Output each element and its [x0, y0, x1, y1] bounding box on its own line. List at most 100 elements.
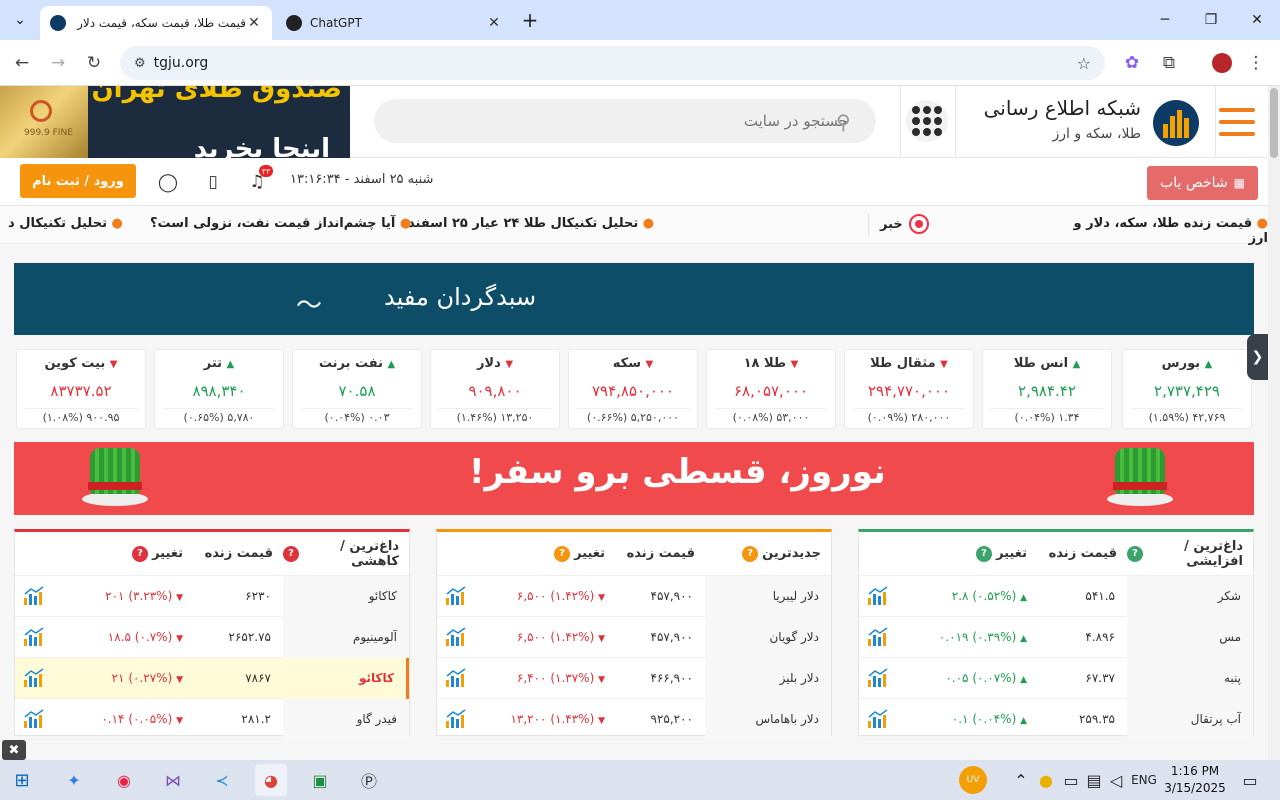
row-name[interactable]: دلار لیبریا	[705, 575, 831, 617]
comments-icon[interactable]: ◯	[155, 169, 181, 195]
table-row[interactable]: پنبه ۶۷.۳۷ ▲ (۰.۰۷%) ۰.۰۵	[859, 657, 1253, 699]
chart-icon[interactable]	[867, 627, 889, 647]
table-row[interactable]: کاکائو ۷۸۶۷ ▼ (۰.۲۷%) ۲۱	[15, 657, 409, 699]
chrome-menu-icon[interactable]: ⋮	[1242, 49, 1270, 77]
new-tab-button[interactable]: +	[512, 0, 548, 40]
table-row[interactable]: دلار باهاماس ۹۲۵,۲۰۰ ▼ (۱.۴۳%) ۱۳,۲۰۰	[437, 698, 831, 740]
nowruz-travel-banner[interactable]: نوروز، قسطی برو سفر!	[14, 442, 1254, 515]
extension-brain-icon[interactable]: ✿	[1118, 49, 1146, 77]
table-row[interactable]: آلومینیوم ۲۶۵۲.۷۵ ▼ (۰.۷%) ۱۸.۵	[15, 616, 409, 658]
chart-icon[interactable]	[445, 709, 467, 729]
chart-icon[interactable]	[445, 668, 467, 688]
excel-app-icon[interactable]: ▣	[304, 764, 336, 796]
market-card[interactable]: ▼ دلار ۹۰۹,۸۰۰ ۱۳,۲۵۰ (۱.۴۶%)	[430, 349, 560, 429]
market-card[interactable]: ▼ طلا ۱۸ ۶۸,۰۵۷,۰۰۰ ۵۳,۰۰۰ (۰.۰۸%)	[706, 349, 836, 429]
close-ad-icon[interactable]: ✖	[2, 740, 26, 760]
row-name[interactable]: پنبه	[1127, 657, 1253, 699]
table-row[interactable]: دلار بلیز ۴۶۶,۹۰۰ ▼ (۱.۳۷%) ۶,۴۰۰	[437, 657, 831, 699]
table-row[interactable]: دلار گویان ۴۵۷,۹۰۰ ▼ (۱.۴۲%) ۶,۵۰۰	[437, 616, 831, 658]
extensions-puzzle-icon[interactable]: ⧉	[1155, 49, 1183, 77]
market-card[interactable]: ▲ نفت برنت ۷۰.۵۸ ۰.۰۳ (۰.۰۴%)	[292, 349, 422, 429]
chart-icon[interactable]	[867, 668, 889, 688]
site-brand[interactable]: شبکه اطلاع رسانی طلا، سکه و ارز	[955, 86, 1215, 158]
table-row[interactable]: فیدر گاو ۲۸۱.۲ ▼ (۰.۰۵%) ۰.۱۴	[15, 698, 409, 740]
table-row[interactable]: کاکائو ۶۲۳۰ ▼ (۳.۲۳%) ۲۰۱	[15, 575, 409, 617]
uv-weather-icon[interactable]: UV	[959, 766, 987, 794]
tab-tgju[interactable]: قیمت طلا، قیمت سکه، قیمت دلار ✕	[40, 6, 272, 40]
ticker-item[interactable]: ● تحلیل تکنیکال د	[8, 216, 123, 231]
tab-list-button[interactable]: ⌄	[0, 0, 40, 40]
apps-grid-icon[interactable]	[906, 100, 948, 142]
bookmark-icon[interactable]: ▯	[200, 169, 226, 195]
search-input[interactable]	[448, 112, 848, 130]
gold-fund-ad[interactable]: 999.9 FINE صندوق طلای تهران اینجا بخرید	[0, 86, 350, 158]
close-window-button[interactable]: ✕	[1234, 0, 1280, 40]
chart-icon[interactable]	[23, 709, 45, 729]
market-card[interactable]: ▲ تتر ۸۹۸,۳۴۰ ۵,۷۸۰ (۰.۶۵%)	[154, 349, 284, 429]
site-search[interactable]: ⚲	[374, 99, 876, 143]
profile-avatar[interactable]	[1208, 49, 1236, 77]
chart-icon[interactable]	[23, 627, 45, 647]
row-name[interactable]: کاکائو	[283, 575, 409, 617]
login-register-button[interactable]: ورود / ثبت نام	[20, 164, 136, 198]
help-icon[interactable]: ?	[283, 545, 299, 562]
row-name[interactable]: مس	[1127, 616, 1253, 658]
restore-button[interactable]: ❐	[1188, 0, 1234, 40]
colorful-app-icon[interactable]: ◉	[108, 764, 140, 796]
reload-icon[interactable]: ↻	[80, 49, 108, 77]
help-icon[interactable]: ?	[554, 545, 571, 562]
index-finder-button[interactable]: ▦ شاخص یاب	[1147, 166, 1258, 200]
market-card[interactable]: ▼ سکه ۷۹۴,۸۵۰,۰۰۰ ۵,۲۵۰,۰۰۰ (۰.۶۶%)	[568, 349, 698, 429]
pdf-app-icon[interactable]: Ⓟ	[353, 764, 385, 796]
ticker-item[interactable]: ● آیا چشم‌انداز قیمت نفت، نزولی است؟	[150, 216, 411, 231]
row-name[interactable]: آلومینیوم	[283, 616, 409, 658]
ticker-item[interactable]: ● تحلیل تکنیکال طلا ۲۴ عیار ۲۵ اسفند	[408, 216, 654, 231]
mofid-ad-banner[interactable]: 〜 سبدگردان مفید	[14, 263, 1254, 335]
close-tab-icon[interactable]: ✕	[486, 15, 502, 31]
forward-icon[interactable]: →	[44, 49, 72, 77]
language-indicator[interactable]: ENG	[1128, 764, 1160, 796]
hamburger-menu-icon[interactable]	[1216, 104, 1258, 140]
site-info-icon[interactable]: ⚙	[134, 56, 146, 71]
copilot-icon[interactable]: ✦	[58, 764, 90, 796]
visual-studio-icon[interactable]: ⋈	[157, 764, 189, 796]
table-row[interactable]: مس ۴.۸۹۶ ▲ (۰.۳۹%) ۰.۰۱۹	[859, 616, 1253, 658]
system-clock[interactable]: 1:16 PM 3/15/2025	[1160, 763, 1230, 797]
table-row[interactable]: آب پرتقال ۲۵۹.۳۵ ▲ (۰.۰۴%) ۰.۱	[859, 698, 1253, 740]
row-name[interactable]: شکر	[1127, 575, 1253, 617]
help-icon[interactable]: ?	[742, 545, 759, 562]
row-name[interactable]: فیدر گاو	[283, 698, 409, 740]
help-icon[interactable]: ?	[976, 545, 993, 562]
market-card[interactable]: ▲ انس طلا ۲,۹۸۴.۴۲ ۱.۳۴ (۰.۰۴%)	[982, 349, 1112, 429]
market-card[interactable]: ▲ بورس ۲,۷۳۷,۴۲۹ ۴۲,۷۶۹ (۱.۵۹%)	[1122, 349, 1252, 429]
chart-icon[interactable]	[445, 586, 467, 606]
minimize-button[interactable]: ─	[1142, 0, 1188, 40]
back-icon[interactable]: ←	[8, 49, 36, 77]
chart-icon[interactable]	[445, 627, 467, 647]
help-icon[interactable]: ?	[1127, 545, 1143, 562]
chart-icon[interactable]	[867, 586, 889, 606]
address-bar[interactable]: ⚙ tgju.org ☆	[120, 46, 1105, 80]
chart-icon[interactable]	[23, 586, 45, 606]
table-row[interactable]: شکر ۵۴۱.۵ ▲ (۰.۵۲%) ۲.۸	[859, 575, 1253, 617]
chart-icon[interactable]	[23, 668, 45, 688]
row-name[interactable]: کاکائو	[283, 657, 409, 699]
row-name[interactable]: دلار باهاماس	[705, 698, 831, 740]
live-prices-link[interactable]: ● قیمت زنده طلا، سکه، دلار و ارز	[1063, 216, 1269, 246]
row-name[interactable]: دلار گویان	[705, 616, 831, 658]
windows-start-icon[interactable]: ⊞	[6, 764, 38, 796]
market-card[interactable]: ▼ مثقال طلا ۲۹۴,۷۷۰,۰۰۰ ۲۸۰,۰۰۰ (۰.۰۹%)	[844, 349, 974, 429]
table-row[interactable]: دلار لیبریا ۴۵۷,۹۰۰ ▼ (۱.۴۲%) ۶,۵۰۰	[437, 575, 831, 617]
market-card[interactable]: ▼ بیت کوین ۸۳۷۳۷.۵۲ ۹۰۰.۹۵ (۱.۰۸%)	[16, 349, 146, 429]
side-panel-toggle-icon[interactable]: ❯	[1247, 334, 1268, 380]
search-icon[interactable]: ⚲	[836, 110, 851, 134]
close-tab-icon[interactable]: ✕	[246, 15, 262, 31]
notifications-icon[interactable]: ▭	[1234, 764, 1266, 796]
row-name[interactable]: دلار بلیز	[705, 657, 831, 699]
help-icon[interactable]: ?	[132, 545, 149, 562]
chrome-taskbar-icon[interactable]: ◕	[255, 764, 287, 796]
tab-chatgpt[interactable]: ChatGPT ✕	[276, 6, 512, 40]
bookmark-star-icon[interactable]: ☆	[1077, 54, 1091, 73]
page-scrollbar[interactable]	[1268, 86, 1280, 760]
row-name[interactable]: آب پرتقال	[1127, 698, 1253, 740]
